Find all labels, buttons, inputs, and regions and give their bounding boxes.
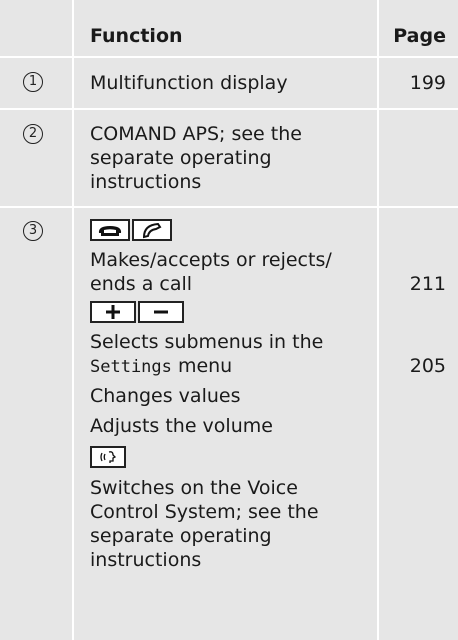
header-number-cell — [0, 0, 72, 56]
function-text-line: COMAND APS; see the — [90, 123, 302, 145]
row-number-cell: 2 — [0, 110, 72, 206]
row-number-cell: 3 — [0, 208, 72, 640]
voice-text-line: Control System; see the — [90, 501, 319, 523]
page-number: 199 — [409, 72, 446, 94]
voice-text-line: Switches on the Voice — [90, 477, 298, 499]
function-table: Function Page 1 Multifunction display 19… — [0, 0, 458, 640]
phone-accept-icon — [132, 219, 172, 241]
function-text-line: instructions — [90, 171, 202, 193]
header-page-cell: Page — [379, 0, 458, 56]
row-number-badge: 2 — [23, 124, 43, 144]
row-function-cell: COMAND APS; see the separate operating i… — [74, 110, 377, 206]
table-row: 3 Makes/accepts or rejects/ ends a call — [0, 208, 458, 640]
submenu-text-line: Selects submenus in the — [90, 331, 324, 353]
row-number-cell: 1 — [0, 58, 72, 108]
row-function-cell: Multifunction display — [74, 58, 377, 108]
page-number: 211 — [409, 273, 446, 295]
table-header-row: Function Page — [0, 0, 458, 56]
plus-icon — [90, 301, 136, 323]
function-header: Function — [90, 25, 183, 47]
voice-text-line: instructions — [90, 549, 202, 571]
row-page-cell: 211 205 — [379, 208, 458, 640]
adjusts-volume-text: Adjusts the volume — [90, 415, 273, 437]
minus-icon — [138, 301, 184, 323]
changes-values-text: Changes values — [90, 385, 241, 407]
row-function-cell: Makes/accepts or rejects/ ends a call Se… — [74, 208, 377, 640]
row-page-cell — [379, 110, 458, 206]
voice-text-line: separate operating — [90, 525, 272, 547]
submenu-text-line2: Settings menu — [90, 354, 232, 379]
table-row: 2 COMAND APS; see the separate operating… — [0, 110, 458, 206]
page-number: 205 — [409, 355, 446, 377]
row-number-badge: 1 — [23, 72, 43, 92]
function-text-line: separate operating — [90, 147, 272, 169]
call-text-line: ends a call — [90, 273, 193, 295]
row-number-badge: 3 — [23, 221, 43, 241]
header-function-cell: Function — [74, 0, 377, 56]
phone-hangup-icon — [90, 219, 130, 241]
row-page-cell: 199 — [379, 58, 458, 108]
function-text: Multifunction display — [90, 72, 288, 94]
call-text-line: Makes/accepts or rejects/ — [90, 249, 332, 271]
table-row: 1 Multifunction display 199 — [0, 58, 458, 108]
page-header: Page — [393, 25, 446, 47]
voice-control-icon — [90, 446, 126, 468]
menu-word: menu — [177, 355, 233, 377]
settings-term: Settings — [90, 357, 172, 377]
